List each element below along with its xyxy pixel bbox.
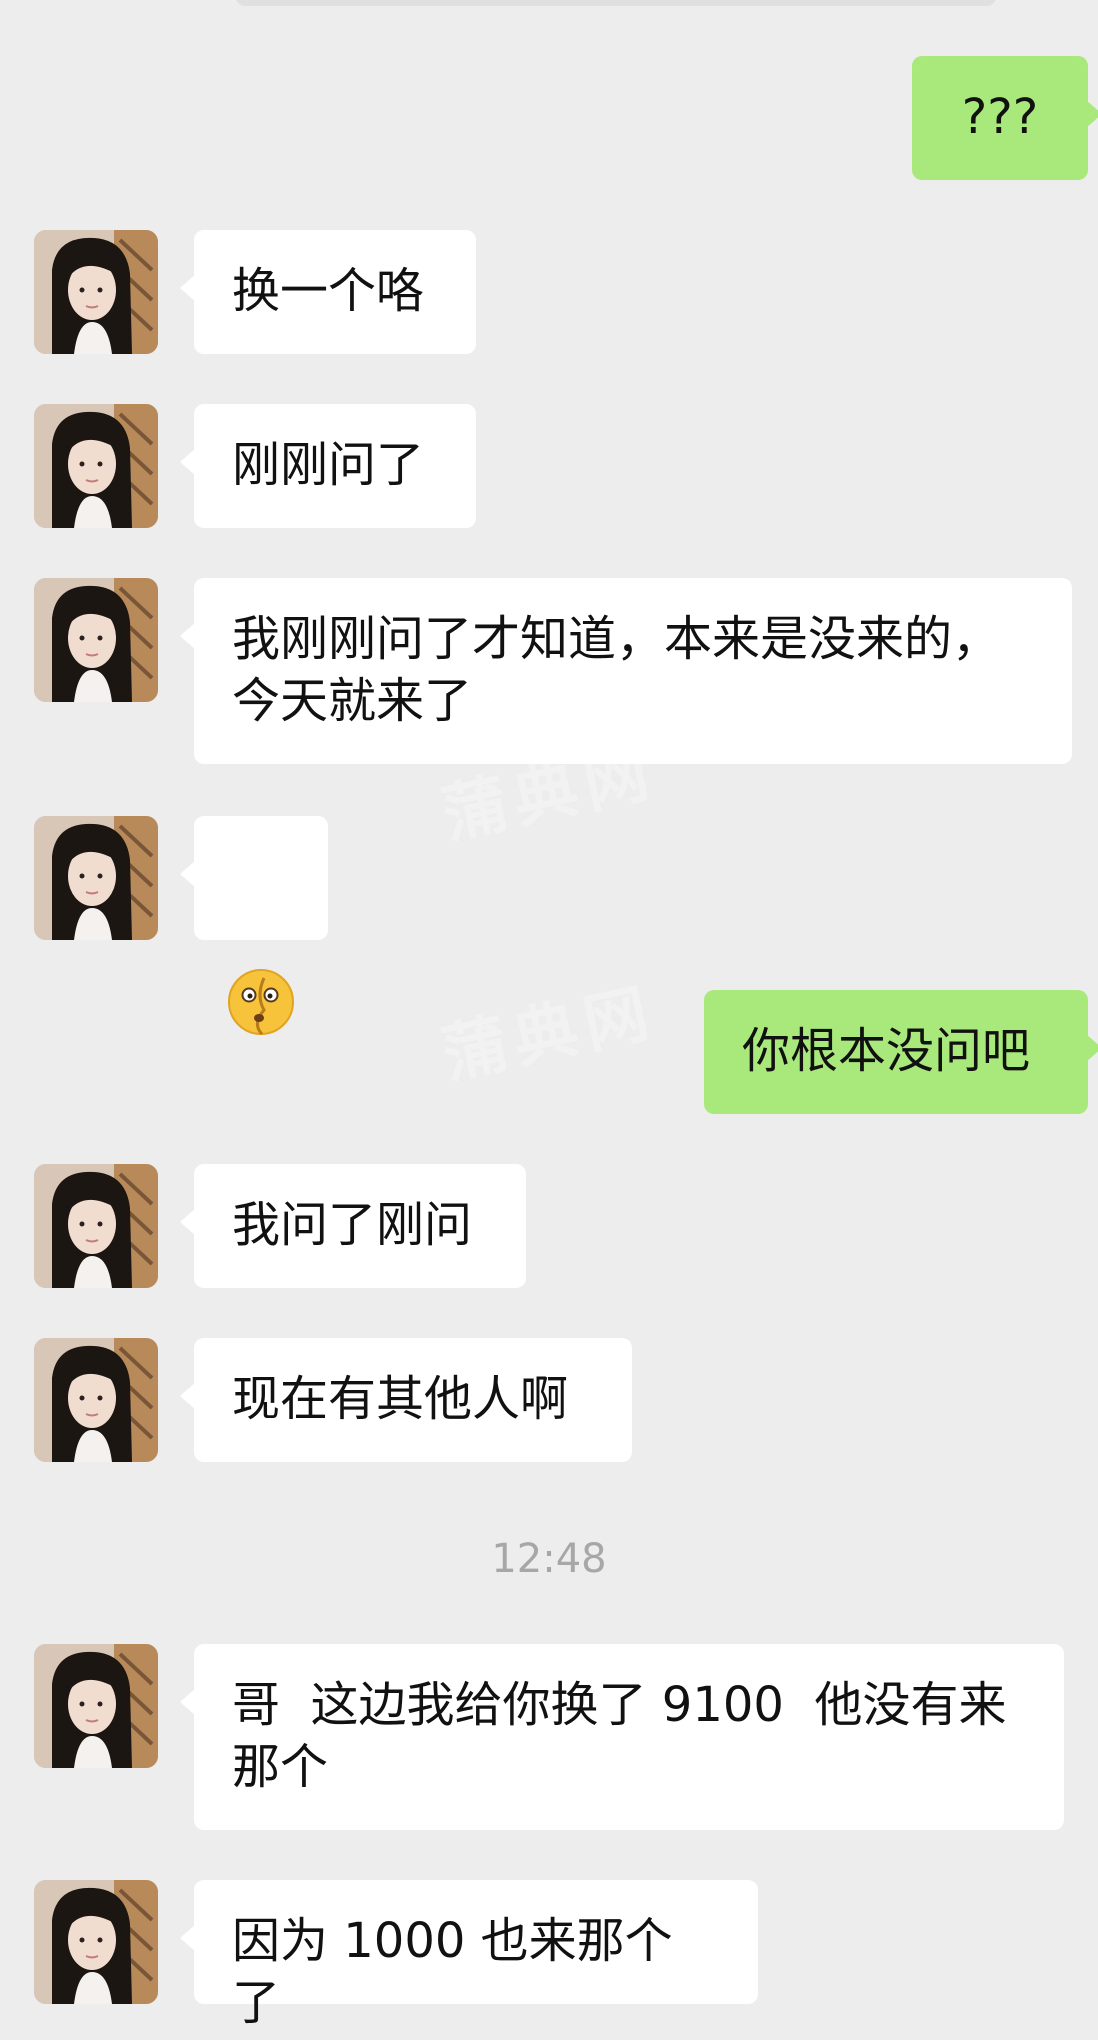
incoming-message-bubble[interactable]: 换一个咯	[180, 230, 476, 354]
contact-avatar[interactable]	[34, 816, 158, 940]
incoming-message-bubble[interactable]: 因为 1000 也来那个了	[180, 1880, 758, 2031]
outgoing-message-bubble[interactable]: ???	[912, 56, 1098, 180]
watermark: 蒲典网	[436, 975, 663, 1094]
incoming-message-bubble[interactable]: 我刚刚问了才知道，本来是没来的，今天就来了	[180, 578, 1072, 764]
contact-avatar[interactable]	[34, 1644, 158, 1768]
contact-avatar[interactable]	[34, 578, 158, 702]
message-timestamp: 12:48	[491, 1536, 607, 1582]
incoming-message-bubble[interactable]: 哥 这边我给你换了 9100 他没有来那个	[180, 1644, 1064, 1830]
top-bar-remnant	[236, 0, 996, 6]
incoming-message-bubble[interactable]: 刚刚问了	[180, 404, 476, 528]
contact-avatar[interactable]	[34, 1338, 158, 1462]
contact-avatar[interactable]	[34, 230, 158, 354]
contact-avatar[interactable]	[34, 1880, 158, 2004]
incoming-message-bubble[interactable]: 现在有其他人啊	[180, 1338, 632, 1462]
incoming-message-bubble[interactable]: 我问了刚问	[180, 1164, 526, 1288]
contact-avatar[interactable]	[34, 404, 158, 528]
outgoing-message-bubble[interactable]: 你根本没问吧	[704, 990, 1098, 1114]
dizzy-face-emoji-icon	[228, 969, 294, 1036]
incoming-emoji-bubble[interactable]	[180, 816, 328, 1036]
contact-avatar[interactable]	[34, 1164, 158, 1288]
